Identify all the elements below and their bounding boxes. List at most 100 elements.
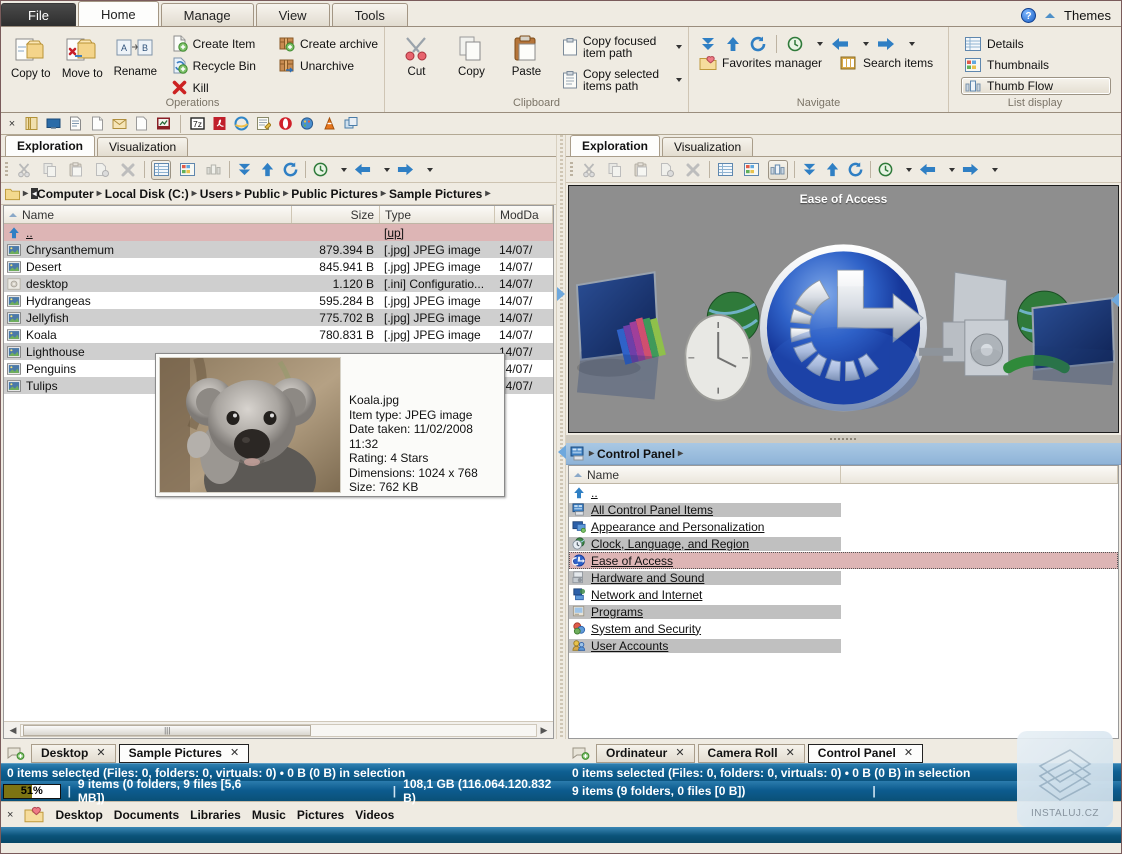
paste-button[interactable]: Paste: [501, 31, 552, 78]
unarchive-button[interactable]: Unarchive: [278, 57, 378, 74]
column-header-blank[interactable]: [841, 466, 1118, 483]
forward-arrow-icon[interactable]: [876, 35, 896, 53]
copy-icon[interactable]: [605, 160, 625, 180]
opera-icon[interactable]: [278, 116, 293, 131]
expand-right-arrow-icon[interactable]: [557, 287, 565, 301]
chevron-down-icon[interactable]: [863, 42, 869, 46]
table-row[interactable]: Koala 780.831 B [.jpg] JPEG image 14/07/: [4, 326, 553, 343]
breadcrumb-public[interactable]: Public: [244, 187, 280, 201]
forward-arrow-icon[interactable]: [396, 161, 415, 178]
delete-icon[interactable]: [118, 160, 138, 180]
copy-focused-item-path-button[interactable]: Copy focused item path: [562, 35, 682, 59]
close-icon[interactable]: ✕: [786, 744, 795, 763]
chevron-down-icon[interactable]: [906, 168, 912, 172]
favorite-documents[interactable]: Documents: [114, 808, 179, 822]
favorites-close-icon[interactable]: ×: [7, 809, 13, 821]
scroll-left-icon[interactable]: ◀: [6, 725, 20, 736]
scrollbar-thumb[interactable]: |||: [23, 725, 311, 736]
chevron-up-icon[interactable]: [1045, 13, 1055, 18]
new-tab-icon[interactable]: [7, 745, 25, 761]
collapse-all-icon[interactable]: [699, 35, 717, 53]
recycle-bin-button[interactable]: Recycle Bin: [171, 57, 256, 74]
paint-icon[interactable]: [300, 116, 315, 131]
cut-icon[interactable]: [14, 160, 34, 180]
thumb-flow-preview[interactable]: Ease of Access: [568, 185, 1119, 433]
up-icon[interactable]: [824, 161, 841, 178]
table-row[interactable]: User Accounts: [569, 637, 1118, 654]
column-header-name[interactable]: Name: [4, 206, 292, 223]
ribbon-tab-tools[interactable]: Tools: [332, 3, 408, 26]
rename-button[interactable]: A B Rename: [110, 31, 161, 78]
refresh-icon[interactable]: [282, 161, 299, 178]
history-clock-icon[interactable]: [877, 161, 894, 178]
table-row[interactable]: Appearance and Personalization: [569, 518, 1118, 535]
copy-to-button[interactable]: Copy to: [7, 31, 55, 80]
back-arrow-icon[interactable]: [918, 161, 937, 178]
back-arrow-icon[interactable]: [353, 161, 372, 178]
bottom-tab-sample-pictures[interactable]: Sample Pictures ✕: [119, 744, 250, 763]
column-header-name[interactable]: Name: [569, 466, 841, 483]
ribbon-tab-file[interactable]: File: [1, 3, 76, 26]
table-row[interactable]: Hardware and Sound: [569, 569, 1118, 586]
collapse-all-icon[interactable]: [236, 161, 253, 178]
favorite-desktop[interactable]: Desktop: [55, 808, 102, 822]
cut-icon[interactable]: [579, 160, 599, 180]
table-row[interactable]: System and Security: [569, 620, 1118, 637]
bottom-tab-camera-roll[interactable]: Camera Roll ✕: [698, 744, 805, 763]
ribbon-tab-home[interactable]: Home: [78, 1, 159, 26]
help-icon[interactable]: ?: [1021, 8, 1036, 23]
chevron-down-icon[interactable]: [817, 42, 823, 46]
forward-arrow-icon[interactable]: [961, 161, 980, 178]
collapse-right-arrow-icon[interactable]: [1111, 293, 1119, 307]
table-row[interactable]: Desert 845.941 B [.jpg] JPEG image 14/07…: [4, 258, 553, 275]
themes-button[interactable]: Themes: [1064, 8, 1111, 23]
document-icon[interactable]: [68, 116, 83, 131]
table-row[interactable]: Clock, Language, and Region: [569, 535, 1118, 552]
close-icon[interactable]: ✕: [904, 744, 913, 763]
copy-icon[interactable]: [40, 160, 60, 180]
view-thumbnails-icon[interactable]: [177, 160, 197, 180]
tab-visualization-right[interactable]: Visualization: [662, 137, 753, 156]
history-clock-icon[interactable]: [312, 161, 329, 178]
notepad-icon[interactable]: [256, 116, 271, 131]
page2-icon[interactable]: [134, 116, 149, 131]
breadcrumb-computer[interactable]: Computer: [37, 187, 94, 201]
ribbon-tab-view[interactable]: View: [256, 3, 330, 26]
create-archive-button[interactable]: Create archive: [278, 35, 378, 52]
pane-splitter[interactable]: [556, 135, 566, 739]
copy-button[interactable]: Copy: [446, 31, 497, 78]
breadcrumb-control-panel[interactable]: Control Panel: [597, 447, 675, 461]
table-row[interactable]: Ease of Access: [569, 552, 1118, 569]
vlc-icon[interactable]: [322, 116, 337, 131]
paste-icon[interactable]: [66, 160, 86, 180]
internet-explorer-icon[interactable]: [234, 116, 249, 131]
table-row[interactable]: Jellyfish 775.702 B [.jpg] JPEG image 14…: [4, 309, 553, 326]
table-row[interactable]: .. [up]: [4, 224, 553, 241]
ribbon-tab-manage[interactable]: Manage: [161, 3, 254, 26]
collapse-all-icon[interactable]: [801, 161, 818, 178]
control-panel-icon[interactable]: [570, 446, 586, 461]
paste-icon[interactable]: [631, 160, 651, 180]
column-header-type[interactable]: Type: [380, 206, 495, 223]
favorites-manager-button[interactable]: Favorites manager: [699, 55, 822, 71]
view-thumb-flow-button[interactable]: Thumb Flow: [961, 77, 1111, 95]
pdf-icon[interactable]: [212, 116, 227, 131]
chart-icon[interactable]: [156, 116, 171, 131]
favorite-videos[interactable]: Videos: [355, 808, 394, 822]
delete-icon[interactable]: [683, 160, 703, 180]
favorite-pictures[interactable]: Pictures: [297, 808, 344, 822]
collapse-left-arrow-icon[interactable]: [558, 445, 566, 459]
bottom-tab-control-panel[interactable]: Control Panel ✕: [808, 744, 923, 763]
tab-visualization-left[interactable]: Visualization: [97, 137, 188, 156]
chevron-down-icon[interactable]: [909, 42, 915, 46]
new-tab-icon[interactable]: [572, 745, 590, 761]
column-header-moddate[interactable]: ModDa: [495, 206, 553, 223]
breadcrumb-local-disk[interactable]: Local Disk (C:): [105, 187, 189, 201]
quick-launch-close-icon[interactable]: ×: [7, 119, 17, 129]
view-thumb-flow-icon[interactable]: [768, 160, 788, 180]
table-row[interactable]: All Control Panel Items: [569, 501, 1118, 518]
archive-icon[interactable]: [24, 116, 39, 131]
chevron-down-icon[interactable]: [676, 78, 682, 82]
folder-icon[interactable]: [5, 187, 20, 201]
search-items-button[interactable]: Search items: [840, 55, 933, 71]
